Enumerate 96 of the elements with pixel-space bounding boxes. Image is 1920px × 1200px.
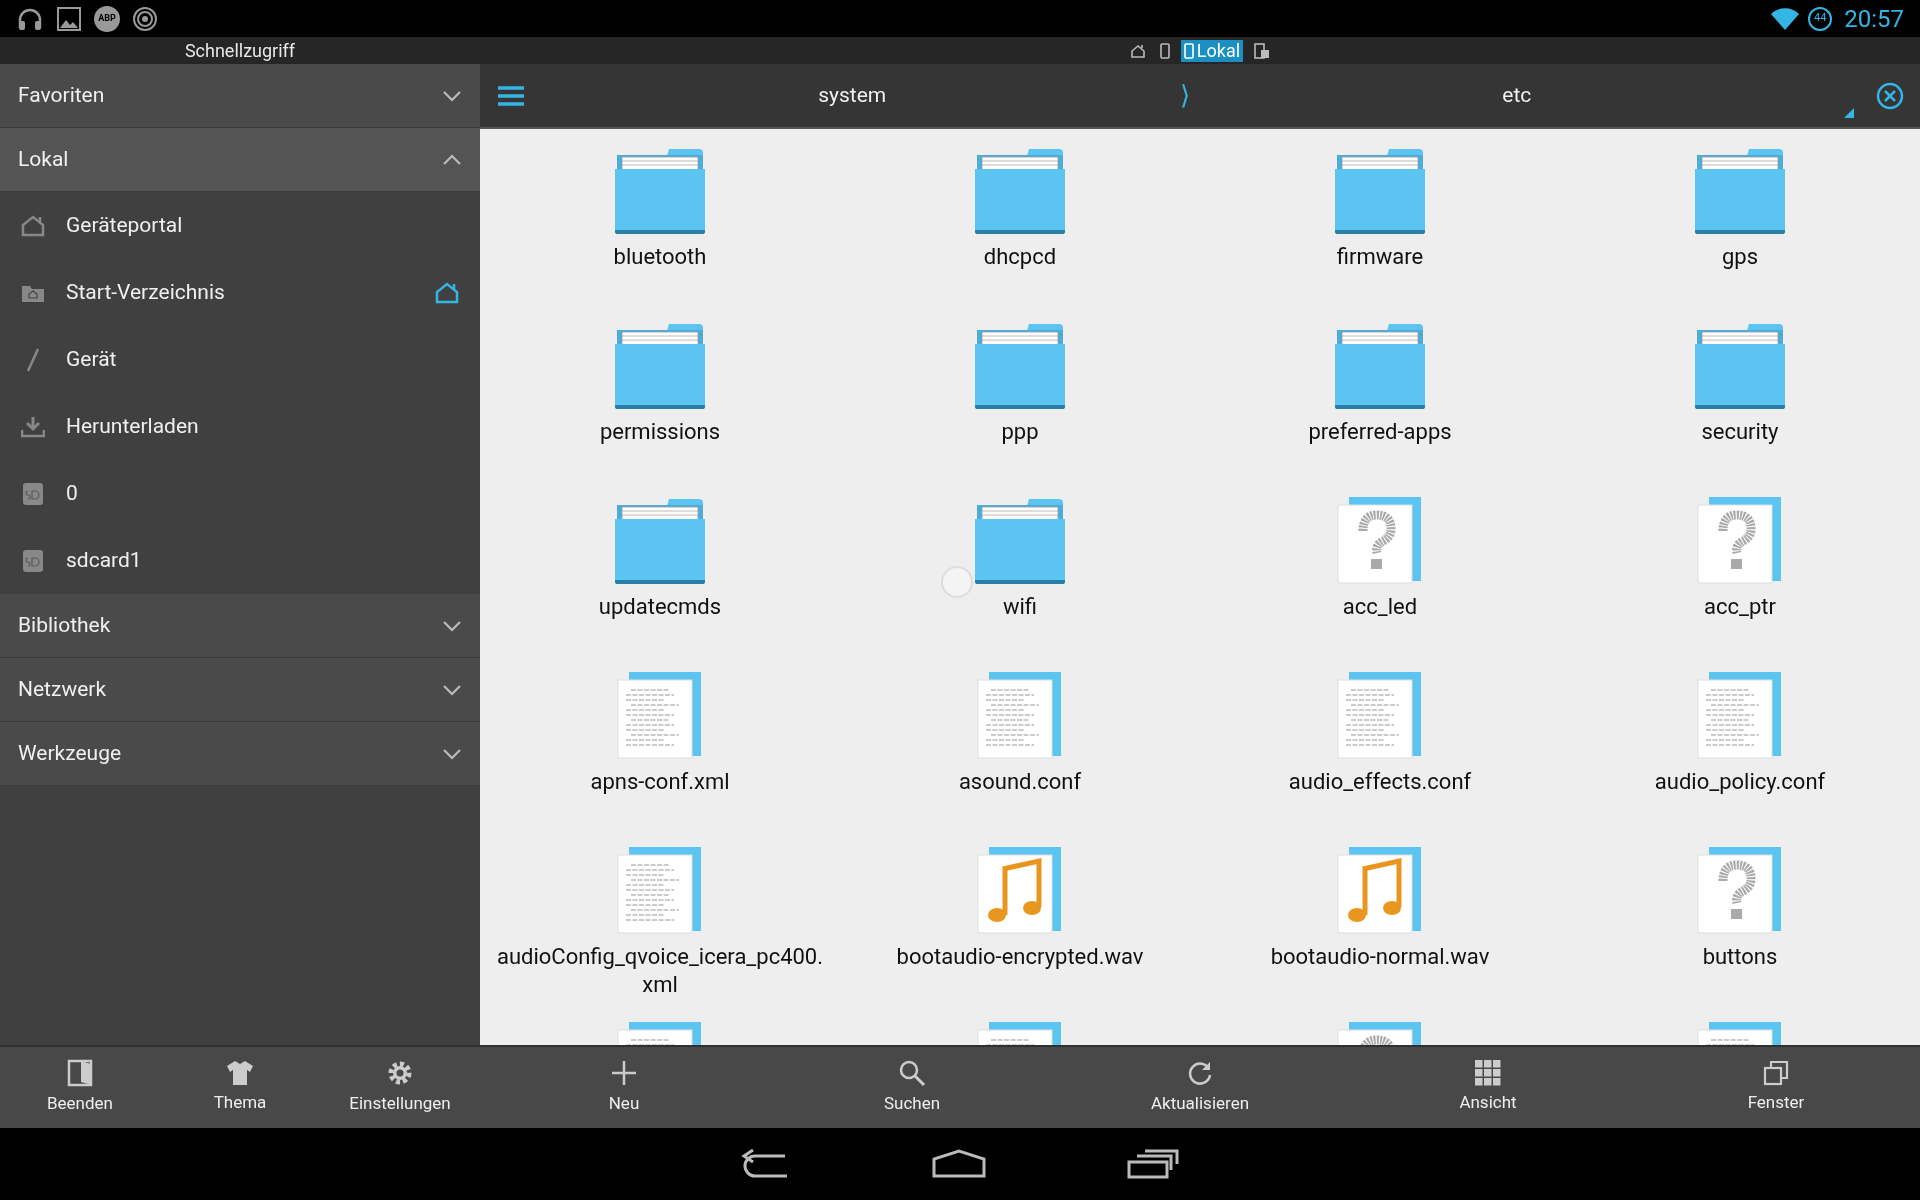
music-note-icon <box>1337 847 1423 935</box>
phone-icon <box>1159 42 1170 59</box>
folder-icon <box>1694 147 1786 235</box>
file-item[interactable]: dhcpcd <box>840 129 1200 304</box>
shirt-icon <box>226 1059 254 1086</box>
file-item[interactable]: bootaudio-encrypted.wav <box>840 829 1200 1004</box>
chevron-down-icon <box>442 89 462 102</box>
file-item[interactable]: gps <box>1560 129 1920 304</box>
file-item[interactable]: permissions <box>480 304 840 479</box>
clock: 20:57 <box>1844 3 1904 35</box>
file-item[interactable]: wifi <box>840 479 1200 654</box>
toolbar-button[interactable]: Beenden <box>0 1047 160 1128</box>
chevron-down-icon <box>442 683 462 696</box>
folder-icon <box>1694 322 1786 410</box>
house-icon <box>20 214 46 237</box>
plus-icon <box>610 1058 638 1087</box>
folder-icon <box>974 322 1066 410</box>
chevron-up-icon <box>442 153 462 166</box>
corner-marker-icon <box>1844 108 1854 118</box>
section-header[interactable]: Favoriten <box>0 64 480 128</box>
file-item[interactable]: firmware <box>1200 129 1560 304</box>
sidebar-item[interactable]: Herunterladen <box>0 393 480 460</box>
chevron-down-icon <box>442 619 462 632</box>
toolbar-button[interactable]: Neu <box>480 1047 768 1128</box>
section-header[interactable]: Netzwerk <box>0 658 480 722</box>
file-item[interactable]: updatecmds <box>480 479 840 654</box>
sidebar-item[interactable]: Geräteportal <box>0 192 480 259</box>
document-icon <box>1337 672 1423 760</box>
section-header[interactable]: Bibliothek <box>0 594 480 658</box>
document-icon <box>617 847 703 935</box>
toolbar-button[interactable]: Aktualisieren <box>1056 1047 1344 1128</box>
folder-icon <box>614 497 706 585</box>
close-icon[interactable] <box>1876 81 1904 110</box>
loading-spinner-icon <box>940 565 974 599</box>
sd-card-icon <box>23 481 43 506</box>
sidebar-item[interactable]: 0 <box>0 460 480 527</box>
document-icon <box>977 672 1063 760</box>
home-icon[interactable] <box>931 1149 987 1179</box>
document-icon <box>1697 672 1783 760</box>
sd-card-icon <box>23 548 43 573</box>
menu-icon[interactable] <box>497 84 525 107</box>
breadcrumb[interactable]: system <box>818 79 887 112</box>
folder-icon <box>974 147 1066 235</box>
chevron-down-icon <box>442 747 462 760</box>
file-item[interactable]: buttons <box>1560 829 1920 1004</box>
folder-icon <box>614 147 706 235</box>
path-separator: ⟩ <box>1179 79 1190 112</box>
image-icon <box>56 5 82 32</box>
file-item[interactable]: apns-conf.xml <box>480 654 840 829</box>
file-item[interactable]: security <box>1560 304 1920 479</box>
document-icon <box>617 672 703 760</box>
wifi-icon <box>1770 6 1801 31</box>
folder-icon <box>974 497 1066 585</box>
section-header[interactable]: Lokal <box>0 128 480 192</box>
toolbar-button[interactable]: Einstellungen <box>320 1047 480 1128</box>
sidebar-item[interactable]: Gerät <box>0 326 480 393</box>
section-header[interactable]: Werkzeuge <box>0 722 480 786</box>
question-mark-icon <box>1697 497 1783 585</box>
toolbar-button[interactable]: Suchen <box>768 1047 1056 1128</box>
sidebar-item[interactable]: Start-Verzeichnis <box>0 259 480 326</box>
download-icon <box>21 415 45 438</box>
windows-icon <box>1763 1059 1789 1086</box>
slash-icon <box>25 346 41 373</box>
file-item[interactable]: preferred-apps <box>1200 304 1560 479</box>
adblock-icon: ABP <box>94 5 120 32</box>
toolbar-button[interactable]: Ansicht <box>1344 1047 1632 1128</box>
file-item[interactable]: bootaudio-normal.wav <box>1200 829 1560 1004</box>
file-item[interactable]: audioConfig_qvoice_icera_pc400.xml <box>480 829 840 1004</box>
sidebar-item[interactable]: sdcard1 <box>0 527 480 594</box>
file-item[interactable]: acc_ptr <box>1560 479 1920 654</box>
door-icon <box>67 1058 93 1087</box>
folder-icon <box>1334 322 1426 410</box>
devices-icon <box>1254 42 1271 59</box>
location-tab[interactable]: Lokal <box>1180 39 1244 62</box>
phone-icon <box>1183 42 1194 59</box>
question-mark-icon <box>1337 497 1423 585</box>
house-icon <box>1129 43 1146 58</box>
broadcast-icon <box>132 5 158 32</box>
file-item[interactable]: ppp <box>840 304 1200 479</box>
grid-icon <box>1475 1059 1501 1086</box>
file-item[interactable]: audio_policy.conf <box>1560 654 1920 829</box>
folder-icon <box>614 322 706 410</box>
breadcrumb[interactable]: etc <box>1502 79 1532 112</box>
music-note-icon <box>977 847 1063 935</box>
recent-apps-icon[interactable] <box>1127 1149 1179 1179</box>
toolbar-button[interactable]: Thema <box>160 1047 320 1128</box>
file-item[interactable]: asound.conf <box>840 654 1200 829</box>
file-item[interactable]: acc_led <box>1200 479 1560 654</box>
file-item[interactable]: audio_effects.conf <box>1200 654 1560 829</box>
panel-title: Schnellzugriff <box>184 39 296 63</box>
battery-indicator: 44 <box>1808 6 1833 31</box>
question-mark-icon <box>1697 847 1783 935</box>
file-item[interactable]: bluetooth <box>480 129 840 304</box>
folder-icon <box>1334 147 1426 235</box>
toolbar-button[interactable]: Fenster <box>1632 1047 1920 1128</box>
search-icon <box>898 1058 926 1087</box>
